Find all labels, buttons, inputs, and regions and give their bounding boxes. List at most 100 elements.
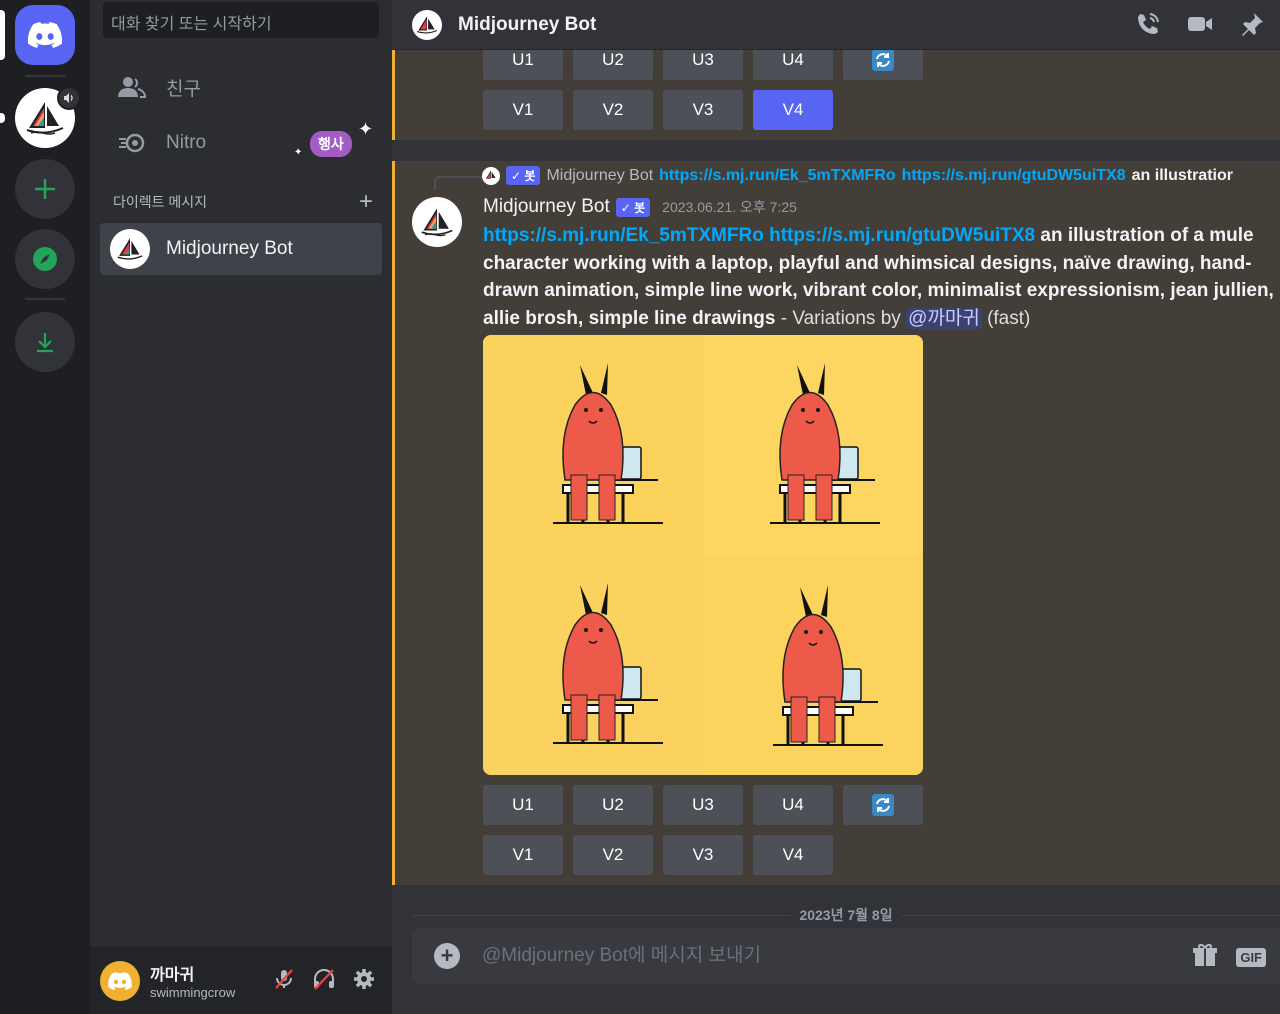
avatar	[482, 166, 500, 185]
explore-button[interactable]	[15, 229, 75, 289]
rail-separator	[25, 75, 65, 77]
reply-connector	[434, 176, 482, 190]
sparkle-icon: ✦	[294, 147, 303, 158]
variation-button-v1[interactable]: V1	[483, 90, 563, 130]
pin-icon[interactable]	[1238, 10, 1266, 43]
sidebar-item-friends[interactable]: 친구	[100, 63, 382, 111]
gift-icon[interactable]	[1192, 942, 1218, 973]
server-midjourney[interactable]	[15, 86, 81, 148]
reply-reference[interactable]: ✓ 봇 Midjourney Bot https://s.mj.run/Ek_5…	[482, 166, 1233, 185]
download-icon	[37, 333, 53, 353]
voice-status	[57, 86, 81, 110]
upscale-button-u3[interactable]: U3	[663, 785, 743, 825]
user-info[interactable]: 까마귀 swimmingcrow	[150, 961, 235, 1000]
variation-button-v3[interactable]: V3	[663, 835, 743, 875]
composer-toolbar: GIF	[1192, 942, 1280, 973]
discord-logo-icon	[28, 22, 62, 48]
sparkle-icon: ✦	[358, 119, 374, 139]
variation-button-v4-selected[interactable]: V4	[753, 90, 833, 130]
variation-button-v2[interactable]: V2	[573, 835, 653, 875]
message-header: Midjourney Bot ✓ 봇 2023.06.21. 오후 7:25	[483, 196, 797, 218]
divider-line	[412, 914, 792, 916]
gif-button[interactable]: GIF	[1236, 948, 1266, 967]
dm-sidebar: 대화 찾기 또는 시작하기 친구 Nitro 행사 ✦ ✦ 다이렉트 메시지 +…	[90, 0, 392, 1014]
upscale-button-u2[interactable]: U2	[573, 785, 653, 825]
nitro-promo-badge: 행사	[310, 131, 352, 157]
user-controls	[272, 967, 376, 991]
channel-title: Midjourney Bot	[458, 13, 597, 35]
video-call-icon[interactable]	[1186, 10, 1214, 43]
dm-item-label: Midjourney Bot	[166, 238, 293, 259]
midjourney-logo-icon	[117, 238, 143, 260]
message-content: https://s.mj.run/Ek_5mTXMFRo https://s.m…	[483, 222, 1280, 332]
deafen-headphones-icon[interactable]	[312, 967, 336, 991]
nitro-label: Nitro	[166, 132, 207, 153]
speaker-icon	[64, 93, 73, 103]
variation-button-v1[interactable]: V1	[483, 835, 563, 875]
prompt-link-1[interactable]: https://s.mj.run/Ek_5mTXMFRo	[483, 225, 764, 246]
generated-image-grid[interactable]	[483, 335, 923, 775]
username: 까마귀	[150, 967, 195, 984]
variation-button-v3[interactable]: V3	[663, 90, 743, 130]
avatar	[412, 9, 442, 40]
reroll-button[interactable]	[843, 785, 923, 825]
avatar[interactable]	[100, 960, 140, 1001]
message-composer: + GIF	[412, 928, 1280, 984]
midjourney-logo-icon	[421, 208, 453, 237]
plus-icon	[35, 179, 55, 199]
voice-call-icon[interactable]	[1134, 10, 1162, 43]
reply-text: an illustratior	[1131, 166, 1233, 184]
discord-app: 대화 찾기 또는 시작하기 친구 Nitro 행사 ✦ ✦ 다이렉트 메시지 +…	[0, 0, 1280, 1014]
divider-line	[900, 914, 1280, 916]
sidebar-item-nitro[interactable]: Nitro 행사 ✦ ✦	[100, 119, 382, 167]
create-dm-button[interactable]: +	[359, 190, 373, 214]
reply-link-2[interactable]: https://s.mj.run/gtuDW5uiTX8	[902, 167, 1126, 185]
bot-tag: ✓ 봇	[615, 197, 651, 217]
reply-author: Midjourney Bot	[546, 166, 654, 184]
upscale-button-u1[interactable]: U1	[483, 785, 563, 825]
date-divider: 2023년 7월 8일	[412, 905, 1280, 925]
friends-label: 친구	[166, 78, 201, 100]
message-timestamp: 2023.06.21. 오후 7:25	[662, 199, 797, 215]
message-input[interactable]	[482, 945, 1082, 967]
search-input[interactable]: 대화 찾기 또는 시작하기	[103, 2, 379, 38]
speed-label: (fast)	[981, 307, 1031, 329]
reply-link-1[interactable]: https://s.mj.run/Ek_5mTXMFRo	[659, 167, 895, 185]
download-button[interactable]	[15, 312, 75, 372]
midjourney-logo-icon	[417, 15, 438, 33]
channel-header: Midjourney Bot	[392, 0, 1280, 50]
dm-item-midjourney-bot[interactable]: Midjourney Bot	[100, 223, 382, 275]
unread-indicator	[0, 113, 5, 123]
user-panel: 까마귀 swimmingcrow	[90, 947, 392, 1014]
previous-message: U1 U2 U3 U4 V1 V2 V3 V4	[392, 40, 1280, 140]
header-toolbar	[1134, 10, 1266, 43]
variations-label: - Variations by	[775, 307, 907, 329]
avatar[interactable]	[412, 197, 462, 247]
variation-button-v2[interactable]: V2	[573, 90, 653, 130]
mute-mic-icon[interactable]	[272, 967, 296, 991]
active-indicator	[0, 10, 5, 60]
nitro-icon	[119, 133, 145, 153]
mule-illustration-image	[483, 335, 923, 775]
friends-icon	[118, 77, 146, 98]
user-handle: swimmingcrow	[150, 985, 236, 1000]
settings-gear-icon[interactable]	[352, 967, 376, 991]
dm-header-label: 다이렉트 메시지	[113, 194, 208, 210]
refresh-icon	[872, 794, 894, 816]
bot-tag: ✓ 봇	[506, 166, 541, 185]
compass-icon	[33, 247, 57, 271]
dm-section-header: 다이렉트 메시지 +	[113, 190, 373, 214]
message-author[interactable]: Midjourney Bot	[483, 196, 610, 218]
user-mention[interactable]: @까마귀	[906, 307, 982, 329]
date-label: 2023년 7월 8일	[799, 907, 893, 923]
upscale-button-u4[interactable]: U4	[753, 785, 833, 825]
rail-separator	[25, 298, 65, 300]
discord-logo-icon	[108, 971, 132, 990]
home-button[interactable]	[15, 5, 75, 65]
refresh-icon	[872, 49, 894, 71]
prompt-link-2[interactable]: https://s.mj.run/gtuDW5uiTX8	[769, 225, 1035, 246]
server-rail	[0, 0, 90, 1014]
add-server-button[interactable]	[15, 159, 75, 219]
attach-plus-icon[interactable]: +	[434, 943, 460, 969]
variation-button-v4[interactable]: V4	[753, 835, 833, 875]
